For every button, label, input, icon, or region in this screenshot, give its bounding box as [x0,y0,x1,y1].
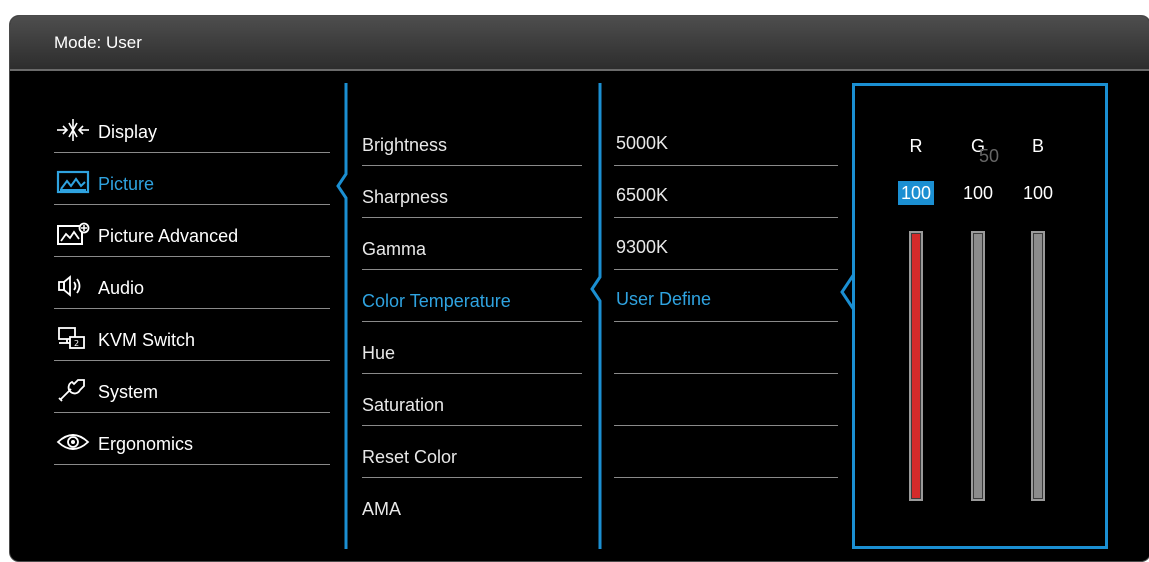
menu-label: Ergonomics [98,434,194,454]
picture-submenu: Brightness Sharpness Gamma Color Tempera… [362,114,582,530]
menu-item-display[interactable]: Display [54,101,330,153]
eye-icon [56,434,90,450]
channel-label-r: R [909,136,923,156]
submenu-item-sharpness[interactable]: Sharpness [362,166,582,218]
channel-fill-r [912,234,920,498]
submenu-label: Reset Color [362,447,458,467]
header-bar: Mode: User [10,16,1149,71]
display-arrows-icon [57,119,89,141]
mode-label: Mode: User [54,33,142,52]
channel-value-b[interactable]: 100 [1020,181,1056,205]
option-9300k[interactable]: 9300K [614,218,838,270]
speaker-icon [58,275,81,297]
channel-bar-b[interactable] [1031,231,1045,501]
option-empty-row [614,374,838,426]
menu-label: Audio [98,278,145,298]
submenu-label: Hue [362,343,396,363]
submenu-label: Brightness [362,135,448,155]
color-temperature-options: 5000K 6500K 9300K User Define [614,114,838,478]
submenu-label: Saturation [362,395,445,415]
channel-bar-r[interactable] [909,231,923,501]
menu-item-picture[interactable]: Picture [54,153,330,205]
submenu-label: Gamma [362,239,427,259]
submenu-item-saturation[interactable]: Saturation [362,374,582,426]
option-empty-row [614,426,838,478]
menu-label: KVM Switch [98,330,196,350]
submenu-label: Color Temperature [362,291,511,311]
svg-text:2: 2 [74,339,79,348]
option-6500k[interactable]: 6500K [614,166,838,218]
option-label: User Define [616,289,712,309]
submenu-item-hue[interactable]: Hue [362,322,582,374]
menu-label: Display [98,122,158,142]
divider-pointer-1 [336,83,348,549]
ghost-value: 50 [979,146,1000,166]
channel-bar-g[interactable] [971,231,985,501]
menu-item-ergonomics[interactable]: Ergonomics [54,413,330,465]
channel-label-b: B [1031,136,1044,156]
kvm-switch-icon: 2 [58,327,85,349]
menu-label: Picture Advanced [98,226,239,246]
channel-fill-g [974,234,982,498]
picture-icon [56,170,90,194]
rgb-adjust-panel: R G 50 B 100 100 100 [852,83,1108,549]
menu-item-picture-advanced[interactable]: Picture Advanced [54,205,330,257]
wrench-icon [58,379,85,402]
submenu-item-reset-color[interactable]: Reset Color [362,426,582,478]
picture-advanced-icon [57,222,90,245]
menu-label: Picture [98,174,155,194]
option-label: 9300K [616,237,669,257]
submenu-label: AMA [362,499,402,519]
submenu-item-color-temperature[interactable]: Color Temperature [362,270,582,322]
submenu-item-gamma[interactable]: Gamma [362,218,582,270]
osd-window: Mode: User Display Picture Picture Advan… [9,15,1149,562]
channel-fill-b [1034,234,1042,498]
menu-item-system[interactable]: System [54,361,330,413]
option-empty-row [614,322,838,374]
menu-item-kvm-switch[interactable]: 2 KVM Switch [54,309,330,361]
option-5000k[interactable]: 5000K [614,114,838,166]
submenu-item-ama[interactable]: AMA [362,478,582,530]
channel-value-g[interactable]: 100 [960,181,996,205]
submenu-item-brightness[interactable]: Brightness [362,114,582,166]
main-menu: Display Picture Picture Advanced Audio 2… [54,101,330,465]
submenu-label: Sharpness [362,187,449,207]
menu-item-audio[interactable]: Audio [54,257,330,309]
channel-value-r[interactable]: 100 [898,181,934,205]
menu-label: System [98,382,159,402]
divider-pointer-2 [590,83,602,549]
option-label: 5000K [616,133,669,153]
option-label: 6500K [616,185,669,205]
option-user-define[interactable]: User Define [614,270,838,322]
